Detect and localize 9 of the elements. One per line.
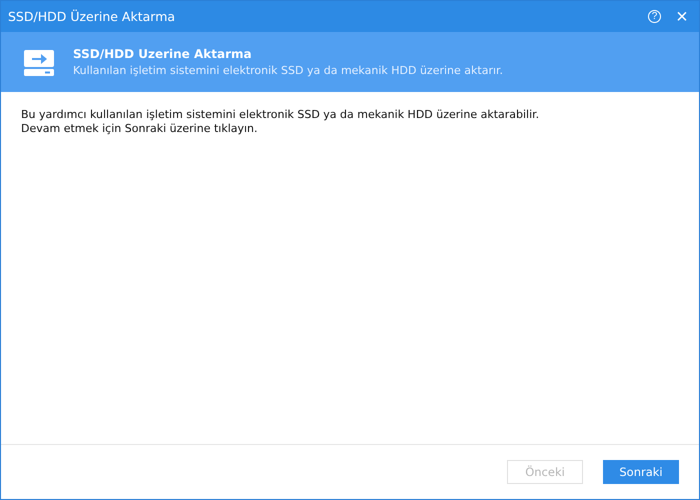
header-subtitle: Kullanılan işletim sistemini elektronik SSD ya da mekanik HDD üzerine aktarır. xyxy=(73,64,504,77)
next-button[interactable]: Sonraki xyxy=(603,460,679,484)
instruction-text: Bu yardımcı kullanılan işletim sistemini elektronik SSD ya da mekanik HDD üzerine aktarabilir. xyxy=(21,108,540,122)
help-button[interactable]: ? xyxy=(648,10,661,23)
instruction-text: Devam etmek için Sonraki üzerine tıklayın. xyxy=(21,122,259,136)
window-title: SSD/HDD Üzerine Aktarma xyxy=(8,9,176,24)
close-button[interactable]: × xyxy=(673,8,691,26)
drive-icon xyxy=(23,47,55,77)
header-title: SSD/HDD Uzerine Aktarma xyxy=(73,47,253,61)
